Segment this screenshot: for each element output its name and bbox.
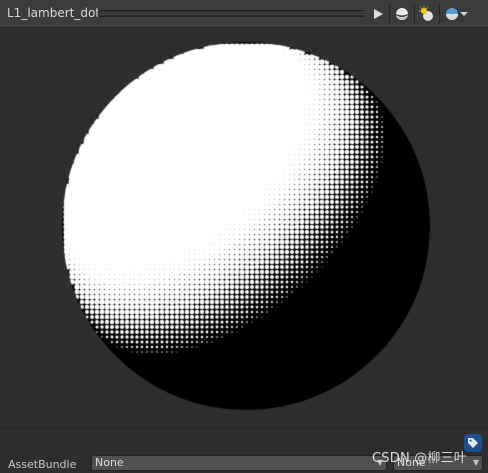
asset-bundle-name-value: None bbox=[95, 456, 124, 469]
preview-title: L1_lambert_dot bbox=[7, 6, 100, 20]
sky-dropdown-button[interactable] bbox=[458, 4, 470, 24]
material-preview-window: L1_lambert_dot AssetBundle None ▼ None ▼… bbox=[0, 0, 488, 473]
play-button[interactable] bbox=[368, 4, 388, 24]
chevron-down-icon: ▼ bbox=[472, 458, 479, 467]
sky-sphere-icon bbox=[446, 8, 458, 20]
asset-bundle-name-dropdown[interactable]: None ▼ bbox=[91, 455, 387, 471]
light-toggle-button[interactable] bbox=[417, 4, 437, 24]
light-toggle-icon bbox=[419, 6, 433, 21]
chevron-down-icon bbox=[460, 12, 468, 16]
material-preview-area[interactable] bbox=[1, 28, 487, 428]
tag-icon bbox=[468, 438, 478, 448]
drag-handle[interactable] bbox=[98, 10, 364, 17]
asset-bundle-label: AssetBundle bbox=[8, 458, 77, 471]
preview-shape-button[interactable] bbox=[392, 4, 412, 24]
halftone-sphere bbox=[1, 28, 487, 428]
asset-bundle-bar: AssetBundle None ▼ None ▼ CSDN @柳三叶 bbox=[0, 428, 488, 473]
preview-header: L1_lambert_dot bbox=[0, 0, 488, 28]
watermark: CSDN @柳三叶 bbox=[372, 451, 467, 466]
sphere-shape-icon bbox=[396, 8, 408, 20]
play-icon bbox=[374, 9, 383, 19]
